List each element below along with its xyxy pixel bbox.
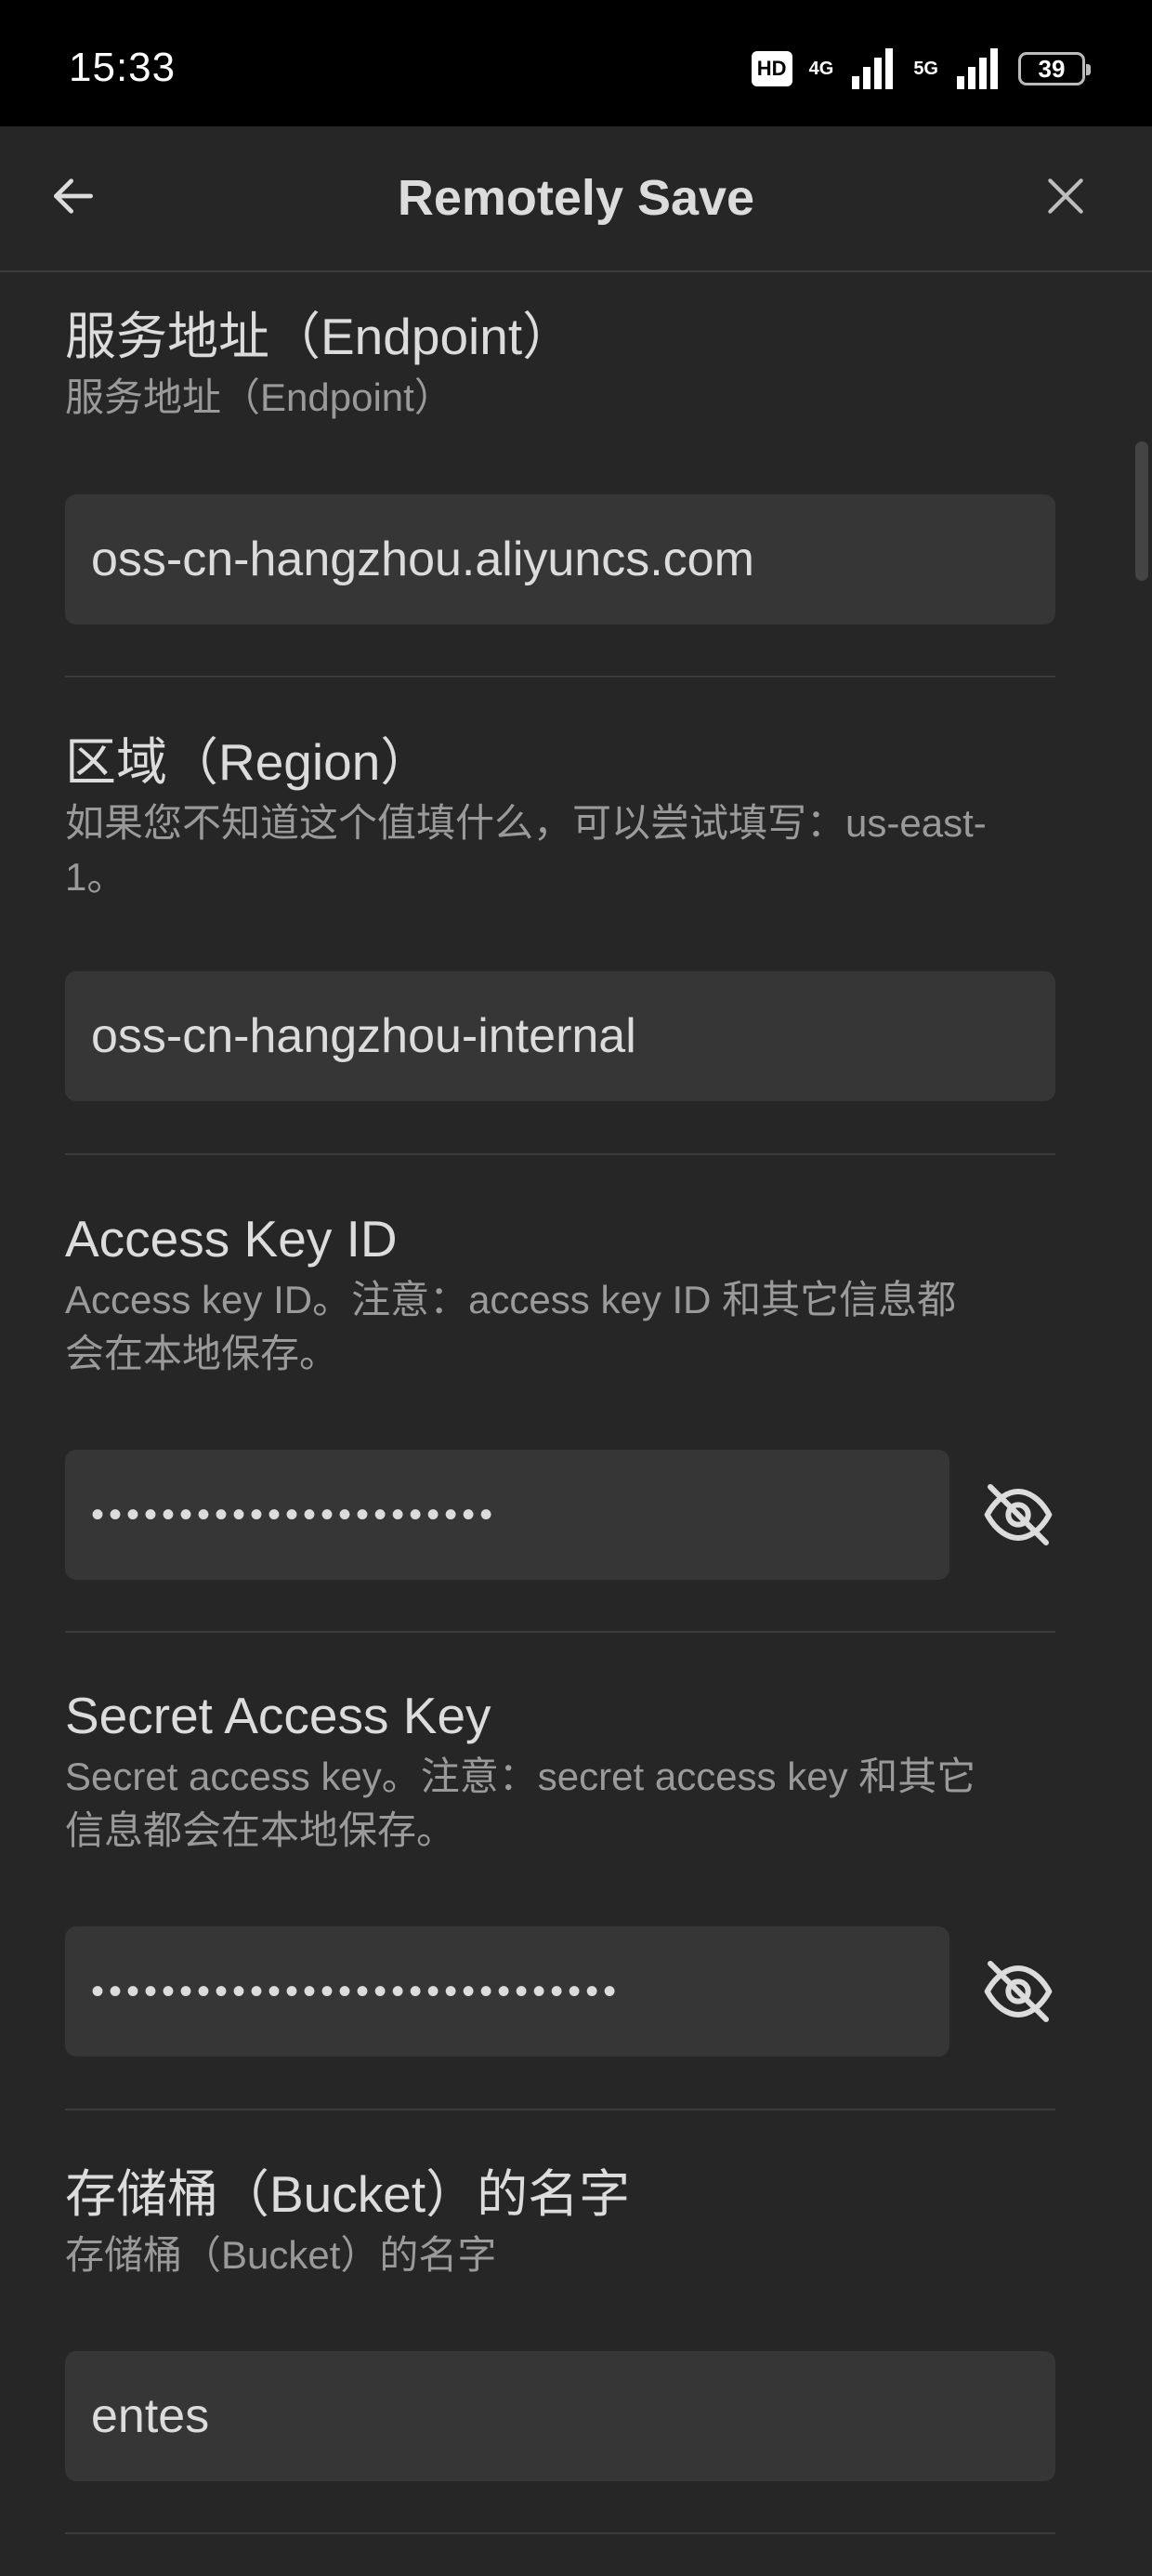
setting-description: Access key ID。注意：access key ID 和其它信息都会在本… — [65, 1278, 957, 1375]
divider — [65, 2532, 1055, 2534]
divider — [65, 1153, 1055, 1155]
battery-level: 39 — [1038, 54, 1066, 83]
setting-name: Access Key ID — [65, 1210, 398, 1268]
setting-access-key-id: Access Key ID Access key ID。注意：access ke… — [65, 1208, 1055, 1381]
status-icons: HD 4G 5G 39 — [751, 45, 1091, 93]
page-title: Remotely Save — [397, 170, 755, 226]
network-4g-label: 4G — [808, 58, 834, 79]
setting-description: 服务地址（Endpoint） — [65, 375, 453, 419]
eye-off-icon — [984, 1961, 1053, 2022]
signal-icon — [852, 48, 894, 89]
setting-name: Secret Access Key — [65, 1687, 491, 1744]
setting-secret-access-key: Secret Access Key Secret access key。注意：s… — [65, 1685, 1055, 1858]
settings-content[interactable]: 服务地址（Endpoint） 服务地址（Endpoint） oss-cn-han… — [0, 272, 1152, 2576]
password-mask: •••••••••••••••••••••••••••••• — [91, 1970, 622, 2012]
setting-name: 区域（Region） — [65, 733, 432, 791]
access-key-input[interactable]: ••••••••••••••••••••••• — [65, 1450, 949, 1580]
setting-description: Secret access key。注意：secret access key 和… — [65, 1755, 976, 1852]
region-input[interactable]: oss-cn-hangzhou-internal — [65, 971, 1055, 1101]
endpoint-input[interactable]: oss-cn-hangzhou.aliyuncs.com — [65, 494, 1055, 624]
setting-region: 区域（Region） 如果您不知道这个值填什么，可以尝试填写：us-east-1… — [65, 731, 1055, 904]
eye-off-icon — [984, 1484, 1053, 1545]
divider — [65, 2109, 1055, 2110]
divider — [65, 1631, 1055, 1633]
network-5g-label: 5G — [913, 58, 938, 79]
setting-description: 存储桶（Bucket）的名字 — [65, 2233, 497, 2277]
status-bar: 15:33 HD 4G 5G 39 — [0, 0, 1152, 126]
password-mask: ••••••••••••••••••••••• — [91, 1493, 498, 1535]
toggle-visibility-button[interactable] — [981, 1478, 1055, 1552]
divider — [65, 676, 1055, 677]
setting-description: 如果您不知道这个值填什么，可以尝试填写：us-east-1。 — [65, 801, 987, 899]
setting-name: 服务地址（Endpoint） — [65, 308, 574, 365]
setting-name: 存储桶（Bucket）的名字 — [65, 2165, 631, 2223]
close-icon — [1048, 178, 1083, 214]
secret-key-input[interactable]: •••••••••••••••••••••••••••••• — [65, 1926, 949, 2057]
scrollbar-thumb[interactable] — [1135, 441, 1148, 581]
setting-bucket: 存储桶（Bucket）的名字 存储桶（Bucket）的名字 — [65, 2163, 1055, 2282]
battery-icon: 39 — [1018, 52, 1091, 85]
setting-endpoint: 服务地址（Endpoint） 服务地址（Endpoint） — [65, 306, 1055, 425]
signal-icon — [957, 48, 998, 89]
toggle-visibility-button[interactable] — [981, 1954, 1055, 2029]
close-button[interactable] — [1033, 164, 1098, 229]
modal-header: Remotely Save — [0, 126, 1152, 272]
bucket-input[interactable]: entes — [65, 2351, 1055, 2481]
status-time: 15:33 — [69, 45, 177, 90]
hd-icon: HD — [751, 51, 792, 86]
